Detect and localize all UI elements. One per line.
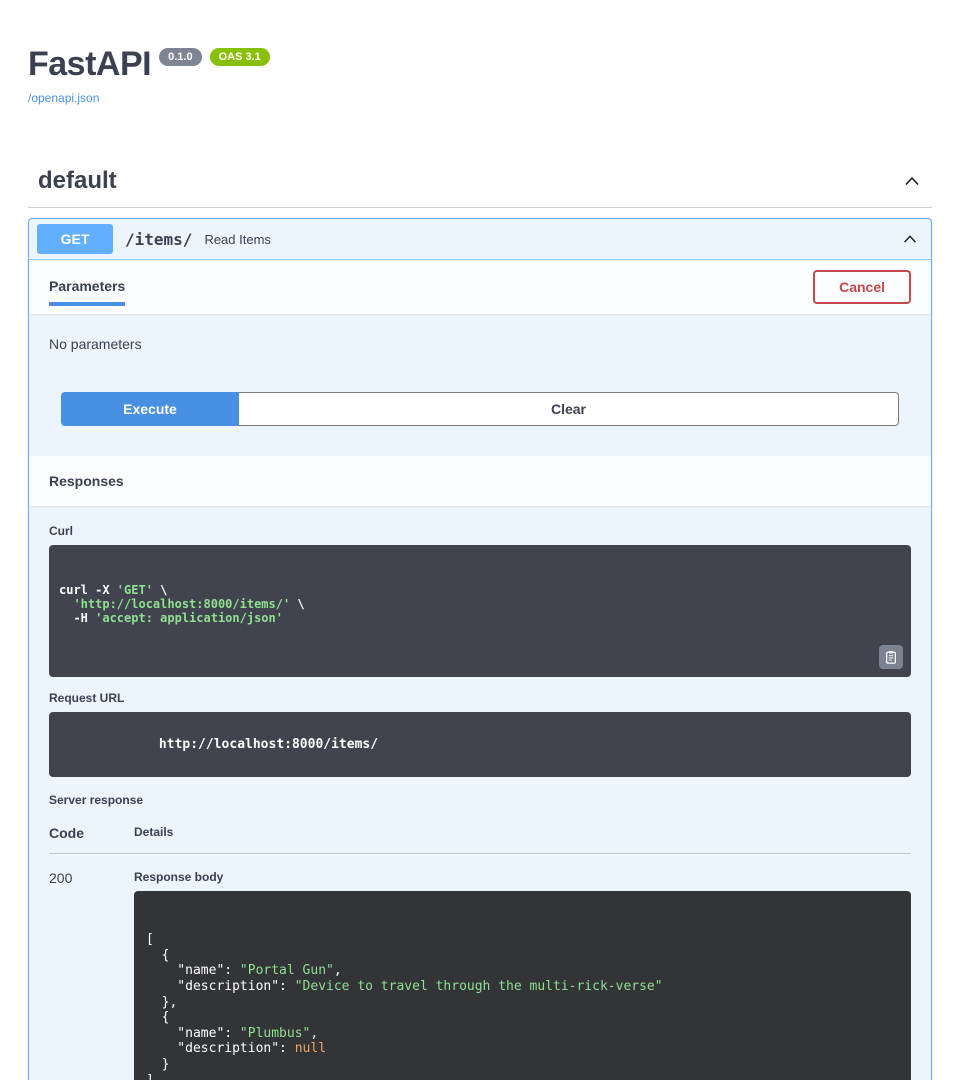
openapi-spec-link[interactable]: /openapi.json <box>28 91 99 105</box>
parameters-section-header: Parameters Cancel <box>29 260 931 314</box>
responses-content: Curl curl -X 'GET' \ 'http://localhost:8… <box>29 506 931 1080</box>
execute-button-group: Execute Clear <box>29 380 931 456</box>
execute-button[interactable]: Execute <box>61 392 239 426</box>
title-row: FastAPI 0.1.0 OAS 3.1 <box>28 46 932 82</box>
operation-summary[interactable]: GET /items/ Read Items <box>29 219 931 260</box>
http-method-badge: GET <box>37 224 113 254</box>
swagger-ui-page: FastAPI 0.1.0 OAS 3.1 /openapi.json defa… <box>0 0 960 1080</box>
request-url-block: http://localhost:8000/items/ <box>49 712 911 777</box>
parameters-content: No parameters <box>29 314 931 380</box>
opblock-body: Parameters Cancel No parameters Execute … <box>29 260 931 1080</box>
operation-path: /items/ <box>125 230 192 249</box>
code-column-header: Code <box>49 825 134 841</box>
request-url-text: http://localhost:8000/items/ <box>159 737 378 752</box>
tag-section-header[interactable]: default <box>28 159 932 208</box>
opblock-get-items: GET /items/ Read Items Parameters Cancel… <box>28 218 932 1080</box>
no-parameters-text: No parameters <box>49 336 142 352</box>
api-info-header: FastAPI 0.1.0 OAS 3.1 /openapi.json <box>0 0 960 107</box>
request-url-label: Request URL <box>49 691 911 705</box>
responses-header-title: Responses <box>49 473 124 489</box>
collapse-tag-chevron-icon[interactable] <box>902 171 922 191</box>
server-response-row: 200 Response body [ { "name": "Portal Gu… <box>49 854 911 1080</box>
server-response-table-head: Code Details <box>49 825 911 854</box>
copy-to-clipboard-icon[interactable] <box>879 645 903 669</box>
response-body-label: Response body <box>134 870 911 884</box>
status-code: 200 <box>49 870 134 1080</box>
response-details: Response body [ { "name": "Portal Gun", … <box>134 870 911 1080</box>
api-title: FastAPI <box>28 46 151 82</box>
tab-parameters[interactable]: Parameters <box>49 268 125 306</box>
responses-section-header: Responses <box>29 456 931 506</box>
operation-description: Read Items <box>204 232 270 247</box>
version-badge: 0.1.0 <box>159 48 201 66</box>
tag-title: default <box>38 167 117 195</box>
curl-label: Curl <box>49 524 911 538</box>
cancel-button[interactable]: Cancel <box>813 270 911 304</box>
oas-badge: OAS 3.1 <box>210 48 270 66</box>
curl-command-block: curl -X 'GET' \ 'http://localhost:8000/i… <box>49 545 911 677</box>
curl-command-text: curl -X 'GET' \ 'http://localhost:8000/i… <box>59 583 901 625</box>
collapse-operation-chevron-icon[interactable] <box>901 230 919 248</box>
server-response-table: Code Details 200 Response body [ { "name… <box>49 825 911 1080</box>
response-body-block: [ { "name": "Portal Gun", "description":… <box>134 891 911 1080</box>
details-column-header: Details <box>134 825 911 841</box>
clear-button[interactable]: Clear <box>239 392 899 426</box>
server-response-label: Server response <box>49 793 911 807</box>
tag-section-default: default GET /items/ Read Items Parameter… <box>28 159 932 1080</box>
response-body-json: [ { "name": "Portal Gun", "description":… <box>146 932 899 1080</box>
